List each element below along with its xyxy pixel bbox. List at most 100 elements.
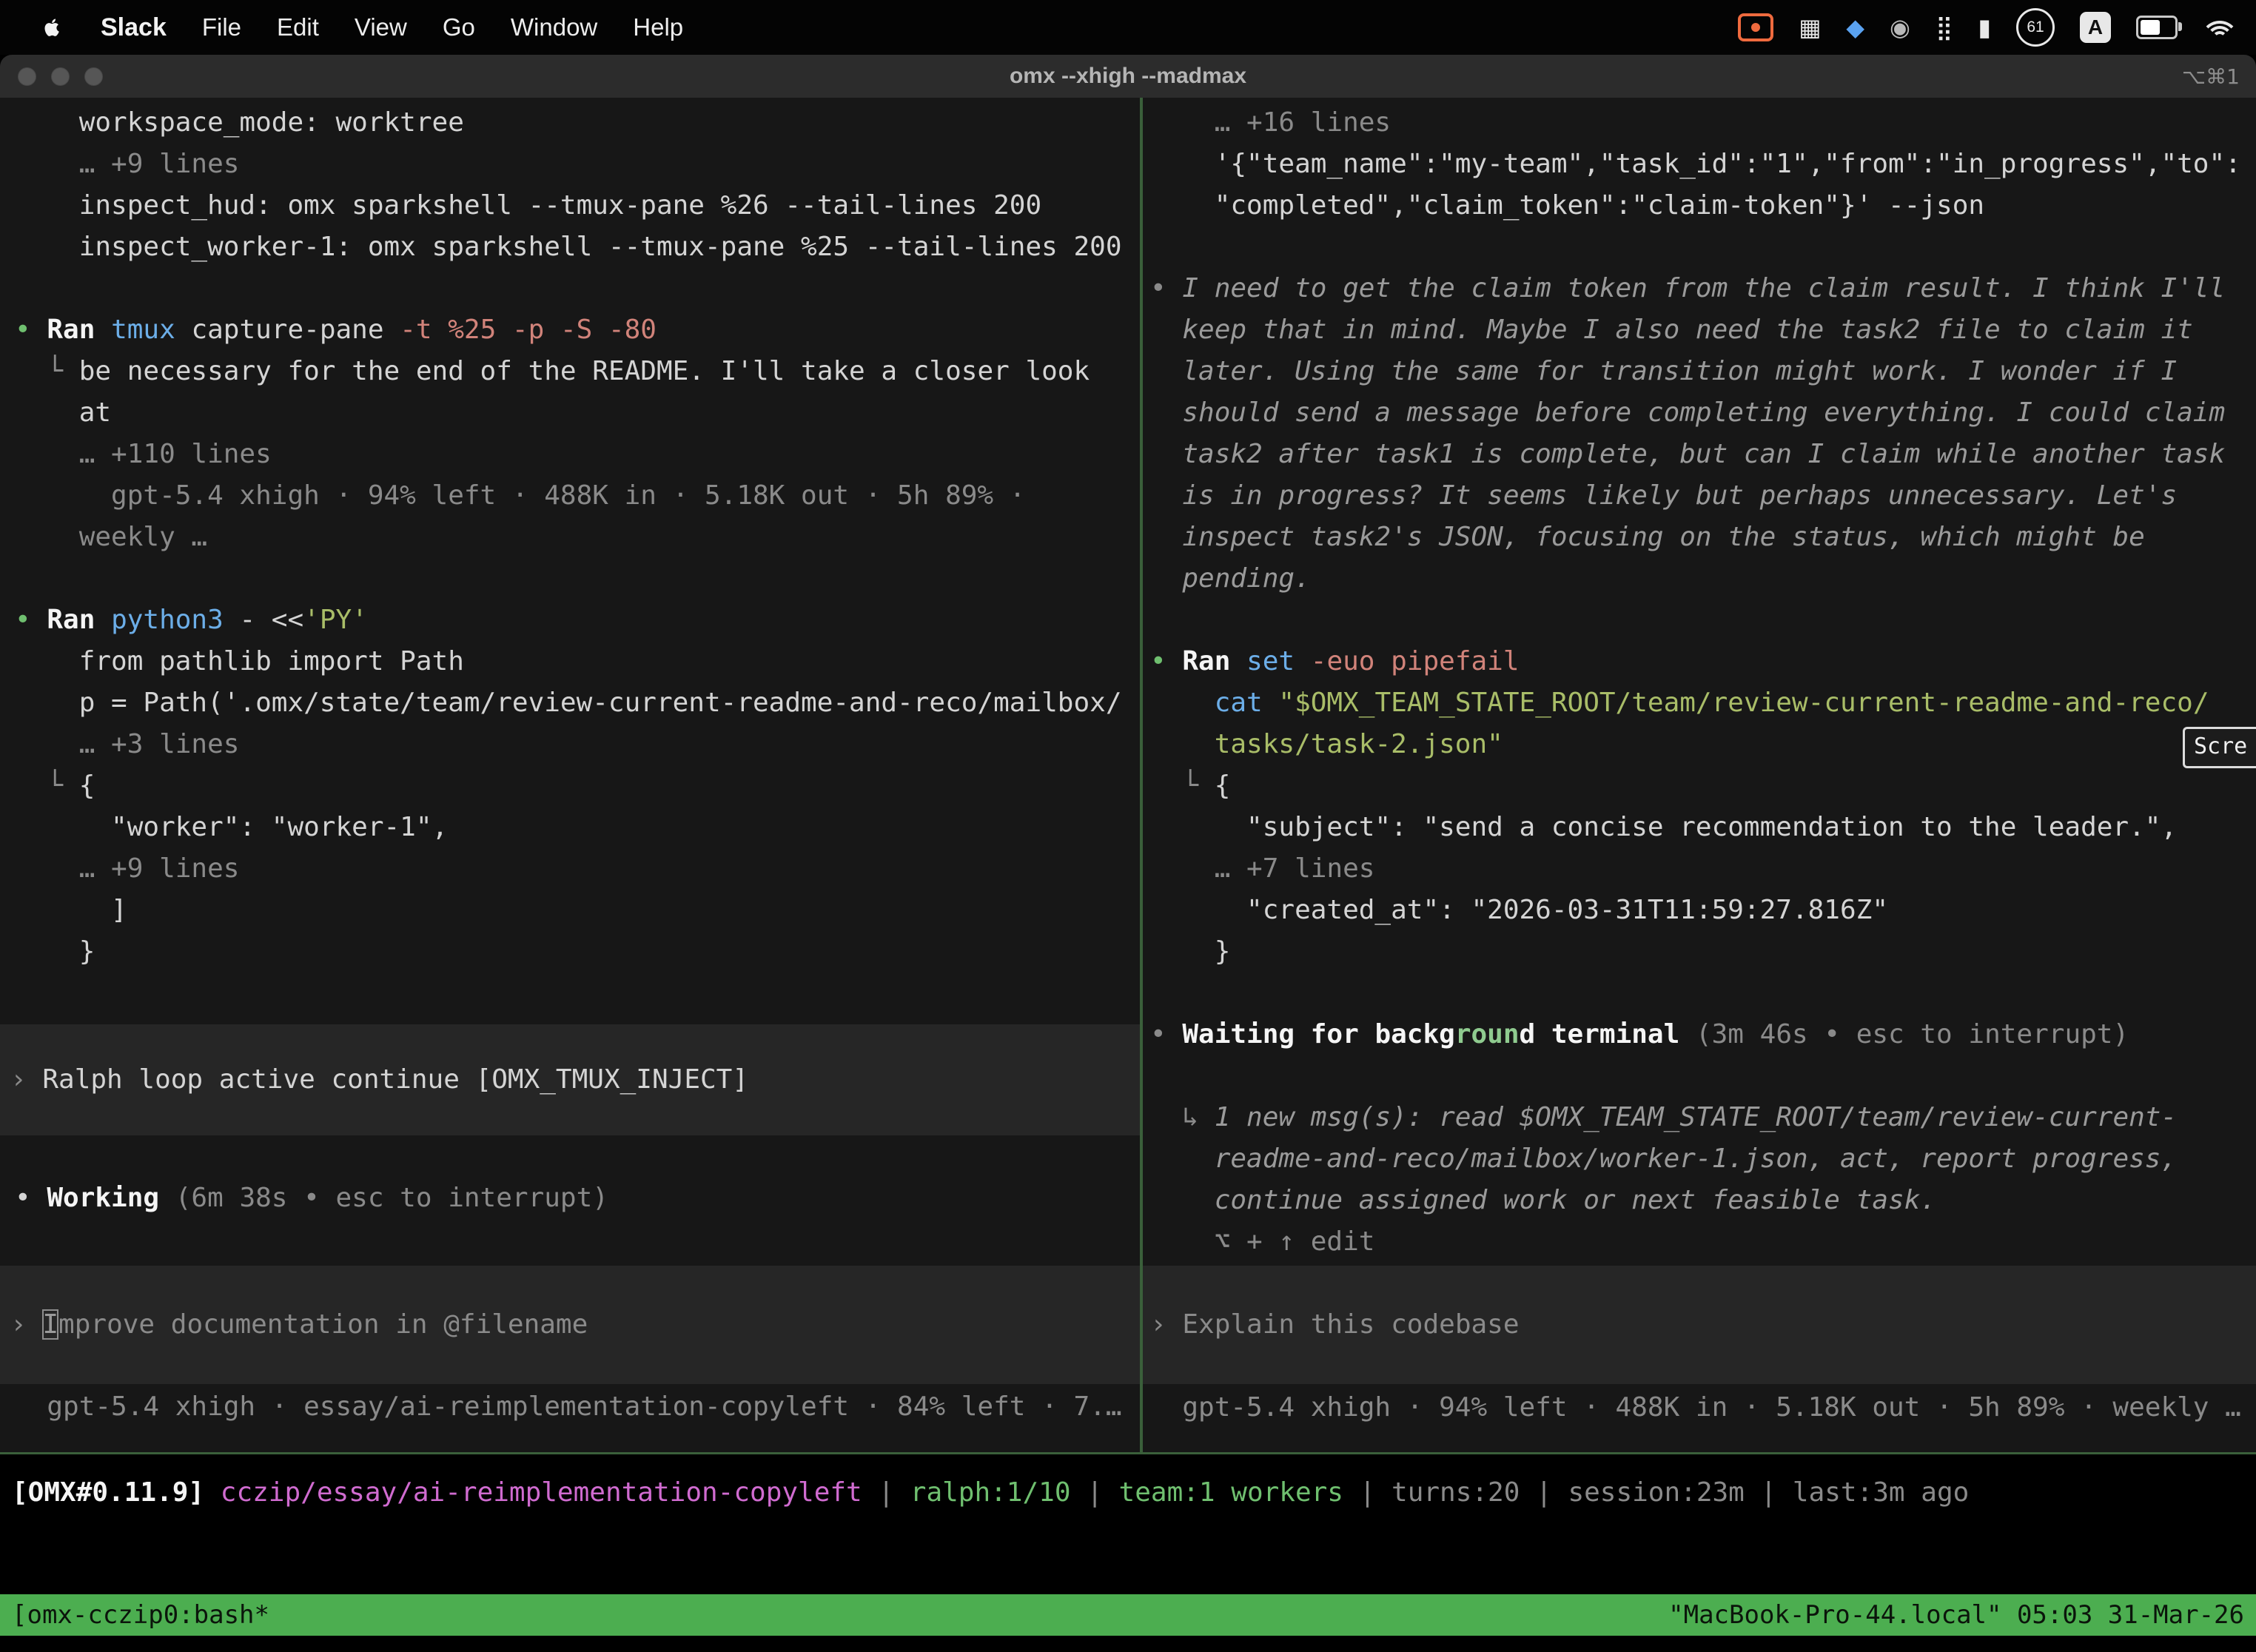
window-grid-icon[interactable]: ▦ bbox=[1799, 13, 1821, 41]
terminal-line: p = Path('.omx/state/team/review-current… bbox=[0, 682, 1140, 724]
menu-bar: Slack FileEditViewGoWindowHelp ▦ ◆ ◉ ⣿ ▮… bbox=[0, 0, 2256, 55]
text-segment: at bbox=[15, 397, 111, 428]
text-segment: } bbox=[1150, 936, 1230, 967]
battery-icon[interactable] bbox=[2136, 16, 2178, 39]
dots-grid-icon[interactable]: ⣿ bbox=[1936, 13, 1953, 41]
omx-hud-pane: [OMX#0.11.9] cczip/essay/ai-reimplementa… bbox=[0, 1454, 2256, 1594]
dark-app-icon[interactable]: ◉ bbox=[1890, 13, 1910, 41]
prompt-input-box[interactable]: › Ralph loop active continue [OMX_TMUX_I… bbox=[0, 1024, 1140, 1135]
text-segment: (6m 38s • esc to interrupt) bbox=[175, 1183, 608, 1213]
terminal-line: cat "$OMX_TEAM_STATE_ROOT/team/review-cu… bbox=[1143, 682, 2256, 724]
text-segment: capture-pane bbox=[191, 315, 400, 345]
text-segment: -euo pipefail bbox=[1311, 646, 1520, 676]
close-button[interactable] bbox=[18, 67, 36, 86]
menu-item-view[interactable]: View bbox=[337, 13, 425, 41]
text-segment: inspect_hud: omx sparkshell --tmux-pane … bbox=[15, 190, 1041, 221]
prompt-input-box[interactable]: › Improve documentation in @filename bbox=[0, 1266, 1140, 1384]
text-segment: 'PY' bbox=[303, 605, 368, 635]
prompt-input-box[interactable]: › Explain this codebase bbox=[1143, 1266, 2256, 1384]
spacer bbox=[0, 1135, 1140, 1178]
text-segment: • bbox=[15, 1183, 47, 1213]
menu-item-file[interactable]: File bbox=[184, 13, 259, 41]
text-segment: I bbox=[42, 1309, 58, 1340]
wifi-icon[interactable] bbox=[2203, 15, 2237, 40]
text-segment: 1 new msg(s): read $OMX_TEAM_STATE_ROOT/… bbox=[1215, 1102, 2177, 1132]
text-segment bbox=[1150, 1144, 1215, 1174]
text-segment: - << bbox=[239, 605, 303, 635]
text-segment: … +110 lines bbox=[15, 439, 272, 469]
prompt-input-text: › Explain this codebase bbox=[1150, 1304, 1520, 1346]
text-segment: › bbox=[10, 1309, 42, 1340]
text-segment: '{"team_name":"my-team","task_id":"1","f… bbox=[1150, 149, 2241, 179]
terminal-line: readme-and-reco/mailbox/worker-1.json, a… bbox=[1143, 1138, 2256, 1180]
text-segment: -t %25 -p -S -80 bbox=[400, 315, 657, 345]
terminal-line bbox=[1143, 1055, 2256, 1097]
tmux-pane-right[interactable]: … +16 lines '{"team_name":"my-team","tas… bbox=[1143, 98, 2256, 1452]
text-segment: inspect_worker-1: omx sparkshell --tmux-… bbox=[15, 232, 1122, 262]
menu-item-window[interactable]: Window bbox=[493, 13, 615, 41]
app-menu-slack[interactable]: Slack bbox=[83, 13, 184, 42]
tmux-session-info[interactable]: [omx-cczip0:bash* bbox=[12, 1600, 269, 1630]
menu-item-edit[interactable]: Edit bbox=[259, 13, 337, 41]
terminal-line: … +7 lines bbox=[1143, 848, 2256, 890]
text-segment: } bbox=[15, 936, 95, 967]
terminal-line: workspace_mode: worktree bbox=[0, 102, 1140, 144]
terminal-line: … +110 lines bbox=[0, 434, 1140, 475]
window-controls bbox=[18, 55, 103, 98]
terminal-line: └ { bbox=[1143, 765, 2256, 807]
text-segment: later. Using the same for transition mig… bbox=[1150, 356, 2177, 386]
text-segment: "completed","claim_token":"claim-token"}… bbox=[1150, 190, 1984, 221]
terminal-line: • Ran set -euo pipefail bbox=[1143, 641, 2256, 682]
terminal-line: keep that in mind. Maybe I also need the… bbox=[1143, 309, 2256, 351]
text-segment: d terminal bbox=[1520, 1019, 1696, 1050]
terminal-line: "worker": "worker-1", bbox=[0, 807, 1140, 848]
text-segment: mprove documentation in @filename bbox=[58, 1309, 588, 1340]
zoom-button[interactable] bbox=[84, 67, 103, 86]
text-segment: gpt-5.4 xhigh · essay/ai-reimplementatio… bbox=[15, 1391, 1122, 1422]
prompt-input-text: › Improve documentation in @filename bbox=[10, 1304, 588, 1346]
terminal-line: } bbox=[1143, 931, 2256, 973]
input-source-icon[interactable]: A bbox=[2080, 12, 2111, 43]
text-segment: is in progress? It seems likely but perh… bbox=[1150, 480, 2177, 511]
battery-percent-badge[interactable]: 61 bbox=[2016, 8, 2055, 47]
terminal-line: is in progress? It seems likely but perh… bbox=[1143, 475, 2256, 517]
pill-icon[interactable]: ▮ bbox=[1978, 13, 1991, 41]
text-segment: Ran bbox=[47, 605, 111, 635]
terminal-line: • Waiting for background terminal (3m 46… bbox=[1143, 1014, 2256, 1055]
text-segment: { bbox=[1215, 770, 1231, 801]
terminal-line: from pathlib import Path bbox=[0, 641, 1140, 682]
text-segment: should send a message before completing … bbox=[1150, 397, 2225, 428]
text-segment: ⌥ + ↑ edit bbox=[1215, 1226, 1375, 1257]
terminal-line: "subject": "send a concise recommendatio… bbox=[1143, 807, 2256, 848]
text-segment: task2 after task1 is complete, but can I… bbox=[1150, 439, 2225, 469]
screen-recording-icon[interactable] bbox=[1738, 13, 1773, 41]
terminal-line: tasks/task-2.json" bbox=[1143, 724, 2256, 765]
terminal-line: ↳ 1 new msg(s): read $OMX_TEAM_STATE_ROO… bbox=[1143, 1097, 2256, 1138]
tmux-pane-left[interactable]: workspace_mode: worktree … +9 lines insp… bbox=[0, 98, 1140, 1452]
terminal-line bbox=[0, 558, 1140, 600]
menu-item-go[interactable]: Go bbox=[425, 13, 493, 41]
text-segment: | bbox=[1071, 1477, 1119, 1508]
menu-item-help[interactable]: Help bbox=[615, 13, 701, 41]
terminal-line: • I need to get the claim token from the… bbox=[1143, 268, 2256, 309]
terminal-line: later. Using the same for transition mig… bbox=[1143, 351, 2256, 392]
minimize-button[interactable] bbox=[51, 67, 70, 86]
text-segment: … +16 lines bbox=[1150, 107, 1391, 138]
text-segment: Ralph loop active continue [OMX_TMUX_INJ… bbox=[42, 1064, 748, 1095]
window-title-bar[interactable]: omx --xhigh --madmax ⌥⌘1 bbox=[0, 55, 2256, 98]
apple-menu-icon[interactable] bbox=[22, 15, 83, 40]
terminal-line bbox=[0, 268, 1140, 309]
terminal-line: "created_at": "2026-03-31T11:59:27.816Z" bbox=[1143, 890, 2256, 931]
terminal-line: should send a message before completing … bbox=[1143, 392, 2256, 434]
text-segment: • bbox=[15, 605, 47, 635]
prompt-input-text: › Ralph loop active continue [OMX_TMUX_I… bbox=[10, 1059, 748, 1101]
text-segment: | bbox=[1343, 1477, 1391, 1508]
terminal-line: • Ran python3 - <<'PY' bbox=[0, 600, 1140, 641]
blue-app-icon[interactable]: ◆ bbox=[1846, 13, 1864, 41]
text-segment: team:1 workers bbox=[1119, 1477, 1343, 1508]
text-segment: › bbox=[1150, 1309, 1182, 1340]
text-segment: cczip/essay/ai-reimplementation-copyleft bbox=[221, 1477, 862, 1508]
text-segment: ] bbox=[15, 895, 127, 925]
menu-items: FileEditViewGoWindowHelp bbox=[184, 13, 701, 41]
terminal-line: gpt-5.4 xhigh · essay/ai-reimplementatio… bbox=[0, 1386, 1140, 1428]
